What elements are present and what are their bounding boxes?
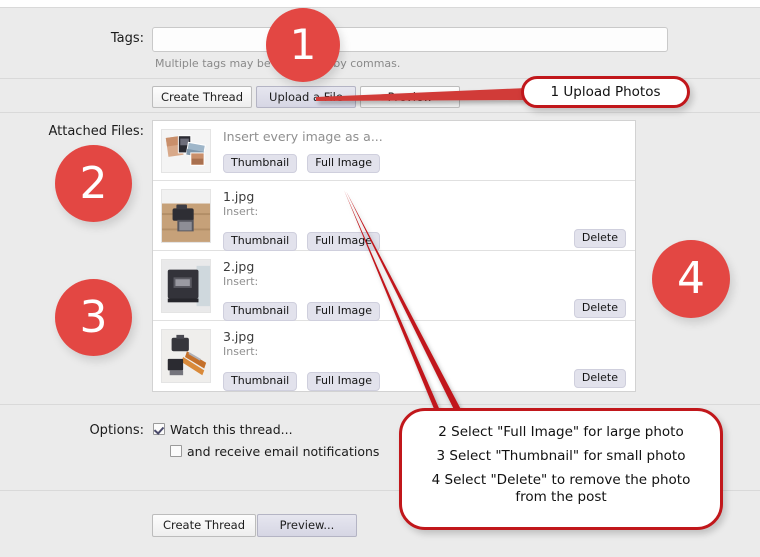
thumbnail-button[interactable]: Thumbnail bbox=[223, 302, 298, 321]
camera-and-cables-icon bbox=[162, 330, 210, 382]
delete-button[interactable]: Delete bbox=[573, 229, 626, 248]
annotation-circle-2: 2 bbox=[55, 145, 132, 222]
callout-steps: 2 Select "Full Image" for large photo 3 … bbox=[399, 408, 723, 530]
email-notifications-checkbox[interactable] bbox=[170, 445, 182, 457]
thumbnail-preview-dark-box bbox=[161, 259, 211, 313]
insert-label: Insert: bbox=[223, 205, 259, 218]
divider-options bbox=[0, 404, 760, 405]
attached-file-actions: Thumbnail Full Image bbox=[223, 369, 385, 391]
thumbnail-preview-camera-on-wood bbox=[161, 189, 211, 243]
attached-file-name: 3.jpg bbox=[223, 329, 255, 344]
watch-thread-checkbox[interactable] bbox=[153, 423, 165, 435]
annotation-circle-4: 4 bbox=[652, 240, 730, 318]
camera-on-wood-icon bbox=[162, 190, 210, 242]
tags-input[interactable] bbox=[152, 27, 668, 52]
callout-step-4-cont: from the post bbox=[515, 489, 607, 505]
attached-file-name: 1.jpg bbox=[223, 189, 255, 204]
top-white-strip bbox=[0, 0, 760, 7]
attached-file-row: Insert every image as a... Thumbnail Ful… bbox=[153, 121, 635, 181]
attached-file-actions: Thumbnail Full Image bbox=[223, 151, 385, 173]
annotation-circle-3: 3 bbox=[55, 279, 132, 356]
screenshot-root: Tags: Multiple tags may be separated by … bbox=[0, 0, 760, 557]
attached-file-row: 3.jpg Insert: Thumbnail Full Image Delet… bbox=[153, 321, 635, 391]
thumbnail-button[interactable]: Thumbnail bbox=[223, 232, 298, 251]
thumbnail-preview-photo-collage bbox=[161, 129, 211, 173]
thumbnail-button[interactable]: Thumbnail bbox=[223, 154, 298, 173]
photo-collage-icon bbox=[162, 130, 210, 172]
watch-thread-label: Watch this thread... bbox=[170, 422, 293, 437]
full-image-button[interactable]: Full Image bbox=[307, 154, 381, 173]
callout-step-3: 3 Select "Thumbnail" for small photo bbox=[436, 448, 686, 464]
attached-file-row: 1.jpg Insert: Thumbnail Full Image Delet… bbox=[153, 181, 635, 251]
divider-attached bbox=[0, 112, 760, 113]
attached-file-row: 2.jpg Insert: Thumbnail Full Image Delet… bbox=[153, 251, 635, 321]
attached-file-name: 2.jpg bbox=[223, 259, 255, 274]
attached-file-actions: Thumbnail Full Image bbox=[223, 299, 385, 321]
delete-button[interactable]: Delete bbox=[573, 369, 626, 388]
delete-button[interactable]: Delete bbox=[573, 299, 626, 318]
tags-label: Tags: bbox=[110, 31, 144, 46]
insert-label: Insert: bbox=[223, 275, 259, 288]
attached-files-panel: Insert every image as a... Thumbnail Ful… bbox=[152, 120, 636, 392]
attached-files-label: Attached Files: bbox=[48, 124, 144, 139]
options-label: Options: bbox=[89, 423, 144, 438]
attached-file-actions: Thumbnail Full Image bbox=[223, 229, 385, 251]
full-image-button[interactable]: Full Image bbox=[307, 372, 381, 391]
divider-top bbox=[0, 7, 760, 8]
insert-label: Insert: bbox=[223, 345, 259, 358]
dark-box-icon bbox=[162, 260, 210, 312]
annotation-circle-1: 1 bbox=[266, 8, 340, 82]
callout-upload-photos: 1 Upload Photos bbox=[521, 76, 690, 108]
preview-button-bottom[interactable]: Preview... bbox=[257, 514, 357, 537]
upload-a-file-button[interactable]: Upload a File bbox=[256, 86, 356, 108]
email-notifications-label: and receive email notifications bbox=[187, 444, 380, 459]
full-image-button[interactable]: Full Image bbox=[307, 302, 381, 321]
create-thread-button-top[interactable]: Create Thread bbox=[152, 86, 252, 108]
thumbnail-button[interactable]: Thumbnail bbox=[223, 372, 298, 391]
full-image-button[interactable]: Full Image bbox=[307, 232, 381, 251]
thumbnail-preview-camera-and-cables bbox=[161, 329, 211, 383]
preview-button-top[interactable]: Preview bbox=[360, 86, 460, 108]
create-thread-button-bottom[interactable]: Create Thread bbox=[152, 514, 256, 537]
callout-step-4: 4 Select "Delete" to remove the photo bbox=[431, 472, 691, 488]
callout-step-2: 2 Select "Full Image" for large photo bbox=[438, 424, 684, 440]
attached-file-name: Insert every image as a... bbox=[223, 129, 383, 144]
